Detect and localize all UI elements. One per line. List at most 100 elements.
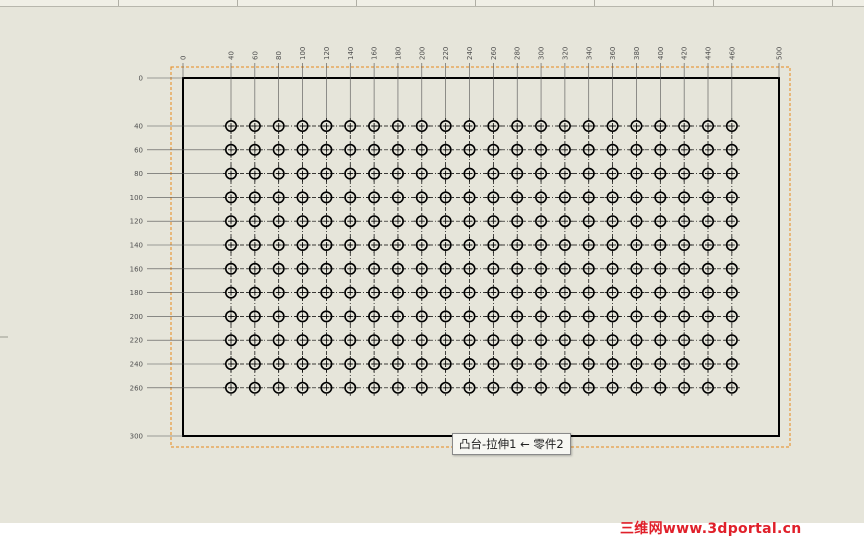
hole[interactable]	[294, 260, 311, 277]
hole[interactable]	[366, 260, 383, 277]
hole[interactable]	[413, 165, 430, 182]
hole[interactable]	[604, 141, 621, 158]
hole[interactable]	[723, 165, 740, 182]
hole[interactable]	[628, 141, 645, 158]
hole[interactable]	[628, 379, 645, 396]
hole[interactable]	[533, 118, 550, 134]
hole[interactable]	[461, 332, 478, 349]
hole[interactable]	[270, 284, 287, 301]
hole[interactable]	[556, 356, 573, 372]
hole[interactable]	[509, 141, 526, 158]
hole[interactable]	[342, 332, 359, 349]
hole[interactable]	[342, 118, 359, 134]
hole[interactable]	[652, 189, 669, 206]
hole[interactable]	[342, 379, 359, 396]
hole[interactable]	[723, 118, 740, 134]
hole[interactable]	[461, 237, 478, 253]
hole[interactable]	[700, 356, 716, 372]
hole[interactable]	[533, 284, 550, 301]
hole[interactable]	[604, 284, 621, 301]
hole[interactable]	[223, 379, 239, 396]
hole[interactable]	[223, 118, 239, 134]
hole[interactable]	[270, 356, 287, 372]
hole[interactable]	[270, 332, 287, 349]
hole[interactable]	[389, 284, 406, 301]
hole[interactable]	[294, 308, 311, 325]
hole[interactable]	[604, 332, 621, 349]
hole[interactable]	[223, 141, 239, 158]
sketch-drawing[interactable]: 0 40 60 80 100 120 140 160 180 200 220 240 260 280 300…	[0, 0, 864, 540]
hole[interactable]	[676, 356, 693, 372]
hole[interactable]	[389, 260, 406, 277]
hole[interactable]	[294, 141, 311, 158]
hole[interactable]	[294, 284, 311, 301]
hole[interactable]	[461, 165, 478, 182]
boss-rectangle[interactable]	[182, 77, 780, 437]
hole[interactable]	[485, 189, 502, 206]
hole[interactable]	[318, 284, 335, 301]
hole[interactable]	[318, 260, 335, 277]
hole[interactable]	[580, 284, 597, 301]
hole[interactable]	[366, 118, 383, 134]
hole[interactable]	[485, 379, 502, 396]
hole[interactable]	[294, 356, 311, 372]
hole[interactable]	[223, 260, 239, 277]
hole[interactable]	[366, 379, 383, 396]
hole[interactable]	[366, 284, 383, 301]
hole[interactable]	[413, 118, 430, 134]
hole[interactable]	[628, 284, 645, 301]
hole[interactable]	[509, 356, 526, 372]
hole[interactable]	[413, 332, 430, 349]
hole[interactable]	[294, 237, 311, 253]
hole[interactable]	[652, 237, 669, 253]
hole[interactable]	[389, 237, 406, 253]
hole[interactable]	[223, 213, 239, 230]
hole[interactable]	[437, 260, 454, 277]
hole[interactable]	[700, 165, 716, 182]
hole[interactable]	[389, 356, 406, 372]
hole[interactable]	[652, 308, 669, 325]
hole[interactable]	[723, 213, 740, 230]
hole[interactable]	[366, 332, 383, 349]
hole[interactable]	[366, 213, 383, 230]
hole[interactable]	[556, 332, 573, 349]
hole[interactable]	[580, 118, 597, 134]
hole[interactable]	[723, 284, 740, 301]
hole[interactable]	[246, 189, 263, 206]
hole[interactable]	[723, 237, 740, 253]
hole[interactable]	[604, 213, 621, 230]
hole[interactable]	[223, 332, 239, 349]
hole[interactable]	[700, 213, 716, 230]
hole[interactable]	[533, 356, 550, 372]
hole[interactable]	[509, 189, 526, 206]
hole[interactable]	[652, 141, 669, 158]
hole[interactable]	[580, 379, 597, 396]
hole[interactable]	[509, 237, 526, 253]
hole[interactable]	[652, 284, 669, 301]
hole[interactable]	[580, 260, 597, 277]
hole[interactable]	[509, 284, 526, 301]
hole[interactable]	[533, 308, 550, 325]
hole[interactable]	[461, 141, 478, 158]
hole[interactable]	[270, 118, 287, 134]
hole[interactable]	[509, 308, 526, 325]
hole[interactable]	[246, 356, 263, 372]
hole[interactable]	[700, 118, 716, 134]
hole[interactable]	[485, 165, 502, 182]
hole[interactable]	[461, 379, 478, 396]
hole[interactable]	[437, 332, 454, 349]
hole[interactable]	[246, 165, 263, 182]
hole[interactable]	[342, 308, 359, 325]
hole[interactable]	[580, 165, 597, 182]
hole[interactable]	[652, 356, 669, 372]
hole[interactable]	[461, 213, 478, 230]
hole[interactable]	[604, 260, 621, 277]
hole[interactable]	[485, 308, 502, 325]
hole[interactable]	[318, 308, 335, 325]
hole[interactable]	[628, 189, 645, 206]
hole[interactable]	[413, 284, 430, 301]
hole[interactable]	[700, 189, 716, 206]
hole[interactable]	[556, 308, 573, 325]
hole[interactable]	[652, 332, 669, 349]
hole[interactable]	[342, 165, 359, 182]
